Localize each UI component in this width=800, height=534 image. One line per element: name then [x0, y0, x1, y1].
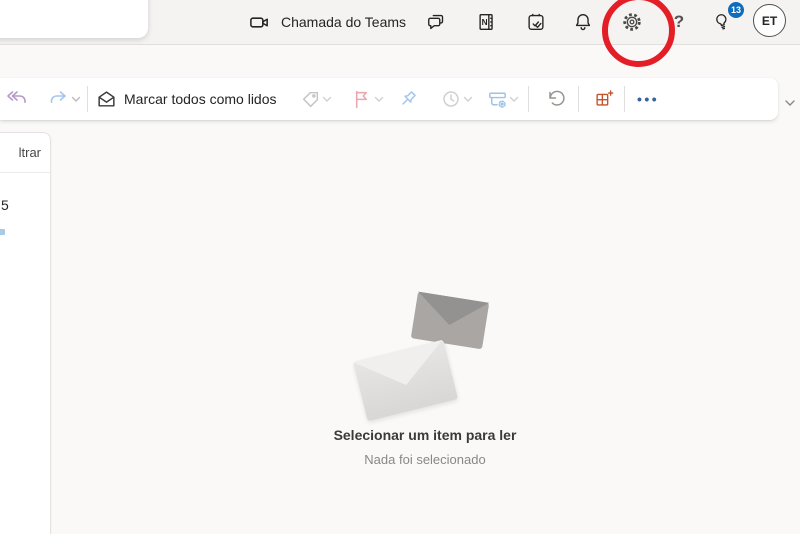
pin-icon [397, 88, 419, 110]
chat-icon [426, 11, 448, 33]
avatar-initials: ET [761, 13, 778, 28]
pin-button[interactable] [396, 87, 420, 111]
snooze-gear-icon [486, 88, 509, 111]
archive-chevron-icon[interactable] [509, 96, 519, 103]
empty-state-subtitle: Nada foi selecionado [364, 452, 486, 467]
divider [528, 86, 529, 112]
more-icon: ••• [637, 91, 660, 107]
settings-button[interactable] [620, 10, 644, 34]
account-avatar[interactable]: ET [753, 4, 786, 37]
empty-state-title: Selecionar um item para ler [333, 427, 517, 443]
categorize-button[interactable] [298, 87, 322, 111]
mark-all-read-label: Marcar todos como lidos [124, 91, 277, 107]
envelope-back-illustration [410, 291, 490, 350]
message-list-pane: ltrar 5 [0, 132, 51, 534]
teams-call-label: Chamada do Teams [281, 14, 407, 30]
envelope-front-illustration [353, 339, 458, 422]
more-commands-button[interactable]: ••• [637, 78, 659, 120]
add-apps-icon [593, 88, 615, 110]
reply-all-icon [5, 89, 29, 109]
forward-button[interactable] [46, 87, 70, 111]
undo-icon [545, 88, 567, 110]
filter-button[interactable]: ltrar [19, 145, 41, 160]
categorize-chevron-icon[interactable] [322, 96, 332, 103]
onenote-letter: N [482, 18, 488, 27]
list-item[interactable]: 5 [1, 197, 9, 213]
divider [578, 86, 579, 112]
flag-chevron-icon[interactable] [374, 96, 384, 103]
tips-count-badge: 13 [728, 2, 744, 18]
help-button[interactable]: ? [667, 10, 691, 34]
archive-rules-button[interactable] [485, 87, 509, 111]
snooze-button[interactable] [439, 87, 463, 111]
envelope-flap [353, 339, 451, 397]
clock-icon [440, 88, 462, 110]
onenote-feed-button[interactable]: N [475, 10, 499, 34]
tag-icon [300, 89, 321, 110]
flag-icon [352, 89, 373, 110]
chat-button[interactable] [425, 10, 449, 34]
onenote-feed-icon: N [476, 11, 498, 33]
help-icon: ? [673, 12, 685, 31]
divider [0, 172, 50, 173]
add-apps-button[interactable] [592, 87, 616, 111]
top-app-bar: Chamada do Teams N ? 13 ET [0, 0, 800, 45]
snooze-chevron-icon[interactable] [463, 96, 473, 103]
forward-chevron-icon[interactable] [71, 96, 81, 103]
settings-gear-icon [621, 11, 643, 33]
read-envelope-icon [96, 89, 117, 110]
list-item-link-fragment[interactable] [0, 229, 5, 235]
outlook-window: Chamada do Teams N ? 13 ET Marcar todos … [0, 0, 800, 534]
forward-icon [46, 89, 70, 109]
mark-all-read-button[interactable]: Marcar todos como lidos [96, 78, 277, 120]
undo-button[interactable] [544, 87, 568, 111]
search-input[interactable] [0, 0, 148, 38]
divider [624, 86, 625, 112]
todo-button[interactable] [524, 10, 548, 34]
flag-button[interactable] [350, 87, 374, 111]
envelope-flap [413, 291, 490, 331]
bell-icon [572, 11, 594, 33]
divider [87, 86, 88, 112]
todo-check-icon [525, 11, 547, 33]
notifications-button[interactable] [571, 10, 595, 34]
reply-all-button[interactable] [5, 87, 29, 111]
teams-call-button[interactable]: Chamada do Teams [248, 0, 406, 44]
expand-chevron-icon[interactable] [783, 97, 797, 109]
video-camera-icon [248, 11, 271, 34]
command-bar: Marcar todos como lidos ••• [0, 78, 778, 120]
